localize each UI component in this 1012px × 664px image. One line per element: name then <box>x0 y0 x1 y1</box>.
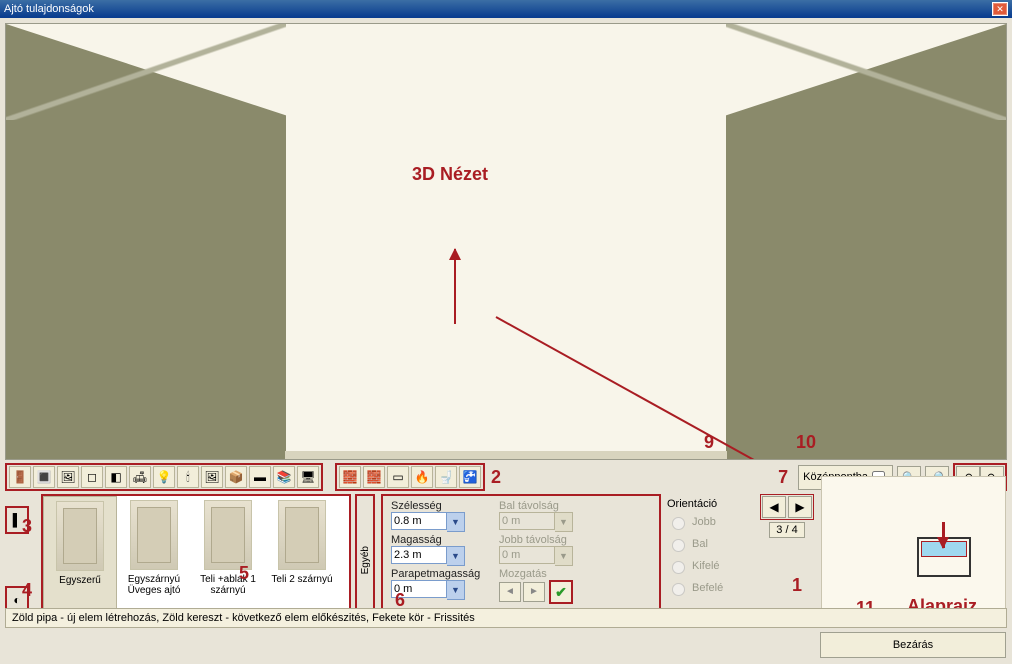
sofa-icon[interactable]: 🛋 <box>129 466 151 488</box>
door-item[interactable]: Egyszerű <box>43 496 117 610</box>
floorplan-view[interactable] <box>821 476 1006 622</box>
3d-viewport[interactable]: 3D Nézet 9 10 <box>5 23 1007 460</box>
move-label: Mozgatás <box>499 568 599 580</box>
close-icon[interactable]: ✕ <box>992 2 1008 16</box>
window-title: Ajtó tulajdonságok <box>4 3 94 15</box>
viewport-label: 3D Nézet <box>412 164 488 185</box>
arrow-up-icon <box>454 249 456 324</box>
cabinet2-icon[interactable]: 🧱 <box>363 466 385 488</box>
check-icon: ✔ <box>555 584 567 601</box>
parapet-combo[interactable]: ▼ <box>391 580 481 600</box>
right-dist-input <box>499 546 555 564</box>
arrow-down-icon <box>942 522 945 548</box>
status-bar: Zöld pipa - új elem létrehozás, Zöld ker… <box>5 608 1007 628</box>
window-icon[interactable]: 🔳 <box>33 466 55 488</box>
properties-panel: Szélesség ▼ Bal távolság ▼ Magasság ▼ Jo… <box>381 494 661 626</box>
left-dist-input <box>499 512 555 530</box>
door-thumb-icon <box>278 500 326 570</box>
shelf-icon[interactable]: 📚 <box>273 466 295 488</box>
chevron-down-icon[interactable]: ▼ <box>447 512 465 532</box>
chevron-down-icon[interactable]: ▼ <box>447 546 465 566</box>
move-right-button[interactable]: ► <box>523 582 545 602</box>
annotation-10: 10 <box>796 432 816 453</box>
switch-icon[interactable]: ◻ <box>81 466 103 488</box>
chevron-down-icon: ▼ <box>555 512 573 532</box>
height-input[interactable] <box>391 546 447 564</box>
accept-button[interactable]: ✔ <box>549 580 573 604</box>
page-nav: ◀ ▶ <box>760 494 814 520</box>
width-label: Szélesség <box>391 500 481 512</box>
close-button[interactable]: Bezárás <box>820 632 1006 658</box>
kitchen-toolbar: 🧱 🧱 ▭ 🔥 🚽 🚰 <box>335 463 485 491</box>
door-item[interactable]: Teli 2 szárnyú <box>265 496 339 610</box>
orient-jobb: Jobb <box>667 514 753 530</box>
oven-icon[interactable]: 🔥 <box>411 466 433 488</box>
door-type-list: Egyszerű Egyszárnyú Üveges ajtó Teli +ab… <box>41 494 351 626</box>
door-thumb-icon <box>130 500 178 570</box>
lamp-icon[interactable]: 💡 <box>153 466 175 488</box>
orientation-group: Orientáció Jobb Bal Kifelé Befelé <box>665 494 755 626</box>
socket-icon[interactable]: ◧ <box>105 466 127 488</box>
left-dist-combo: ▼ <box>499 512 599 532</box>
carpet-icon[interactable]: ▬ <box>249 466 271 488</box>
door-item[interactable]: Teli +ablak 1 szárnyú <box>191 496 265 610</box>
door-thumb-icon <box>56 501 104 571</box>
annotation-2: 2 <box>491 467 501 488</box>
width-combo[interactable]: ▼ <box>391 512 481 532</box>
door-thumb-icon <box>204 500 252 570</box>
page-indicator: 3 / 4 <box>769 522 804 538</box>
orient-bal: Bal <box>667 536 753 552</box>
annotation-7: 7 <box>778 467 788 488</box>
next-page-button[interactable]: ▶ <box>788 496 812 518</box>
desk-icon[interactable]: 🖥 <box>297 466 319 488</box>
orient-kifele: Kifelé <box>667 558 753 574</box>
chevron-down-icon: ▼ <box>555 546 573 566</box>
floor <box>285 451 727 459</box>
sink-icon[interactable]: 🚽 <box>435 466 457 488</box>
picture-icon[interactable]: 🖼 <box>57 466 79 488</box>
parapet-label: Parapetmagasság <box>391 568 481 580</box>
library-toolbar: 🚪 🔳 🖼 ◻ ◧ 🛋 💡 🕯 🖼 📦 ▬ 📚 🖥 <box>5 463 323 491</box>
annotation-9: 9 <box>704 432 714 453</box>
chevron-down-icon[interactable]: ▼ <box>447 580 465 600</box>
height-label: Magasság <box>391 534 481 546</box>
door-icon[interactable]: 🚪 <box>9 466 31 488</box>
orient-befele: Befelé <box>667 580 753 596</box>
variant-a-button[interactable]: ▌ <box>5 506 29 534</box>
move-left-button[interactable]: ◄ <box>499 582 521 602</box>
right-dist-combo: ▼ <box>499 546 599 566</box>
cabinet-icon[interactable]: 🧱 <box>339 466 361 488</box>
parapet-input[interactable] <box>391 580 447 598</box>
tap-icon[interactable]: 🚰 <box>459 466 481 488</box>
frame-icon[interactable]: 🖼 <box>201 466 223 488</box>
width-input[interactable] <box>391 512 447 530</box>
height-combo[interactable]: ▼ <box>391 546 481 566</box>
door-item[interactable]: Egyszárnyú Üveges ajtó <box>117 496 191 610</box>
prev-page-button[interactable]: ◀ <box>762 496 786 518</box>
right-dist-label: Jobb távolság <box>499 534 599 546</box>
upper-icon[interactable]: ▭ <box>387 466 409 488</box>
box-icon[interactable]: 📦 <box>225 466 247 488</box>
other-tab[interactable]: Egyéb <box>355 494 375 626</box>
left-dist-label: Bal távolság <box>499 500 599 512</box>
lamp2-icon[interactable]: 🕯 <box>177 466 199 488</box>
